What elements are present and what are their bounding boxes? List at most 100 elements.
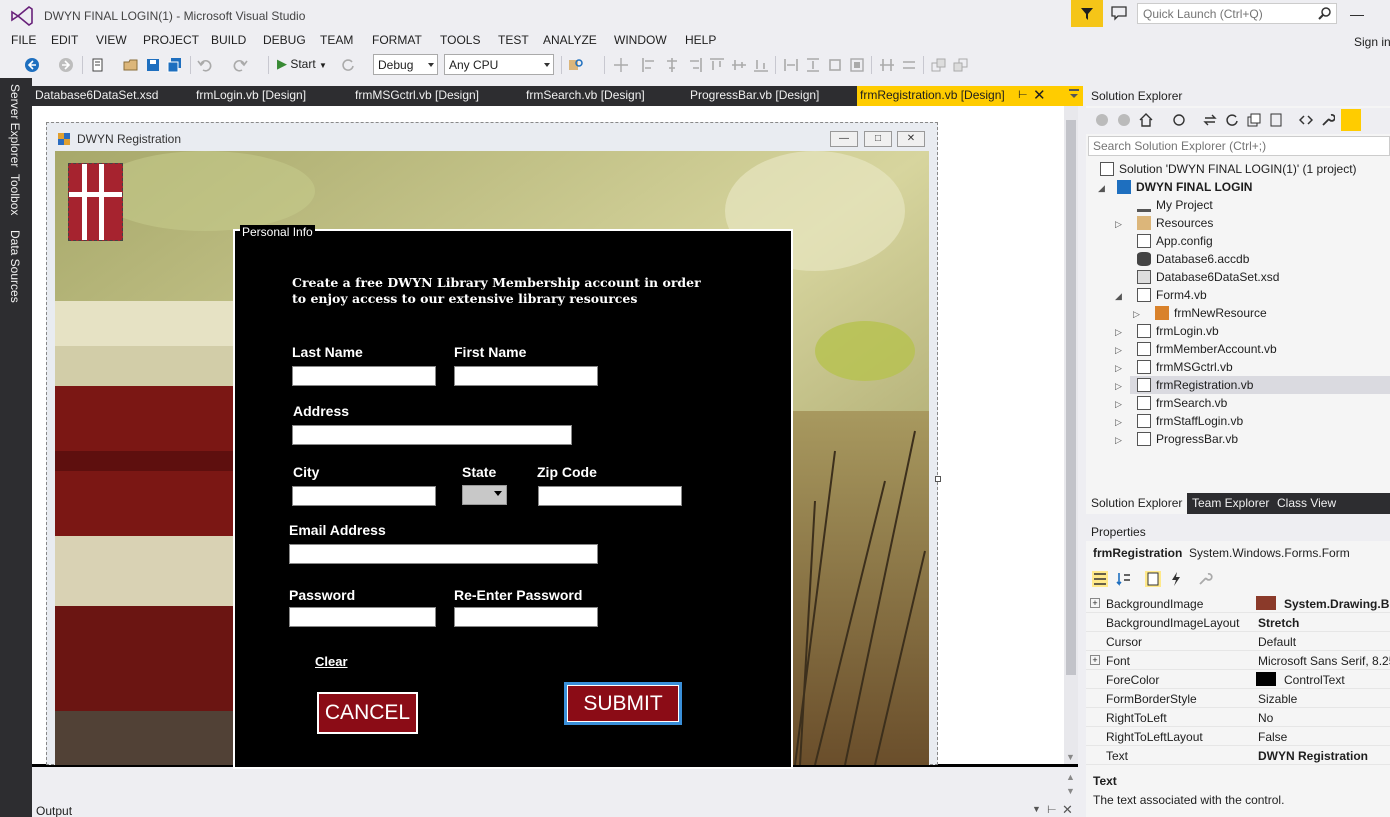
property-row-font[interactable]: + Font Microsoft Sans Serif, 8.25: [1086, 651, 1390, 670]
save-all-icon[interactable]: [167, 57, 183, 73]
tree-item-frmmemberaccount[interactable]: frmMemberAccount.vb: [1137, 340, 1390, 358]
tab-frmmsgctrl-design[interactable]: frmMSGctrl.vb [Design]: [352, 86, 482, 106]
expand-arrow-icon[interactable]: ▷: [1115, 399, 1122, 410]
expand-property-icon[interactable]: +: [1090, 655, 1100, 665]
dwyn-logo-picturebox[interactable]: [68, 163, 123, 241]
tree-item-solution[interactable]: Solution 'DWYN FINAL LOGIN(1)' (1 projec…: [1100, 160, 1390, 178]
menu-build[interactable]: BUILD: [211, 33, 246, 47]
tree-item-frmnewresource[interactable]: frmNewResource: [1155, 304, 1390, 322]
expand-arrow-icon[interactable]: ▷: [1115, 363, 1122, 374]
password-input[interactable]: [289, 607, 436, 627]
make-same-height-icon[interactable]: [805, 57, 821, 73]
start-debugging-button[interactable]: ▶ Start ▼: [277, 56, 327, 72]
pin-icon[interactable]: ⊢: [1018, 88, 1028, 101]
make-same-size-icon[interactable]: [849, 57, 865, 73]
search-icon[interactable]: [1318, 6, 1332, 20]
form-minimize-button[interactable]: —: [830, 131, 858, 147]
tree-item-frmsearch[interactable]: frmSearch.vb: [1137, 394, 1390, 412]
scrollbar-thumb[interactable]: [1066, 120, 1076, 675]
menu-project[interactable]: PROJECT: [143, 33, 199, 47]
tree-item-form4[interactable]: Form4.vb: [1137, 286, 1390, 304]
send-to-back-icon[interactable]: [953, 57, 969, 73]
auto-hide-pin-button[interactable]: [1341, 109, 1361, 131]
save-icon[interactable]: [145, 57, 161, 73]
server-explorer-tab[interactable]: Server Explorer: [8, 84, 22, 167]
menu-tools[interactable]: TOOLS: [440, 33, 480, 47]
property-row-backgroundimagelayout[interactable]: BackgroundImageLayout Stretch: [1086, 613, 1390, 632]
undo-icon[interactable]: [197, 57, 213, 73]
show-all-files-icon[interactable]: [1269, 113, 1283, 127]
cancel-button[interactable]: CANCEL: [317, 692, 418, 734]
categorized-icon[interactable]: [1092, 571, 1108, 587]
expand-arrow-icon[interactable]: ▷: [1115, 327, 1122, 338]
property-row-forecolor[interactable]: ForeColor ControlText: [1086, 670, 1390, 689]
menu-edit[interactable]: EDIT: [51, 33, 78, 47]
tab-progressbar-design[interactable]: ProgressBar.vb [Design]: [687, 86, 822, 106]
property-row-text[interactable]: Text DWYN Registration: [1086, 746, 1390, 765]
property-row-backgroundimage[interactable]: + BackgroundImage System.Drawing.Bi: [1086, 594, 1390, 613]
tree-item-frmregistration[interactable]: frmRegistration.vb: [1130, 376, 1390, 394]
refresh-icon[interactable]: [340, 57, 356, 73]
close-icon[interactable]: ✕: [1062, 802, 1073, 817]
pending-changes-filter-icon[interactable]: [1172, 113, 1186, 127]
tree-item-database[interactable]: Database6.accdb: [1137, 250, 1390, 268]
tree-item-frmlogin[interactable]: frmLogin.vb: [1137, 322, 1390, 340]
menu-file[interactable]: FILE: [11, 33, 36, 47]
view-code-icon[interactable]: [1299, 113, 1313, 127]
tab-frmregistration-design[interactable]: frmRegistration.vb [Design]: [857, 86, 1083, 106]
navigate-back-icon[interactable]: [24, 57, 40, 73]
pin-icon[interactable]: ⊢: [1047, 803, 1057, 816]
expand-arrow-icon[interactable]: ▷: [1133, 309, 1140, 320]
properties-view-icon[interactable]: [1145, 571, 1161, 587]
expand-arrow-icon[interactable]: ▷: [1115, 381, 1122, 392]
minimize-button[interactable]: —: [1350, 6, 1364, 22]
horizontal-spacing-icon[interactable]: [879, 57, 895, 73]
tab-database6dataset[interactable]: Database6DataSet.xsd: [32, 86, 161, 106]
align-centers-icon[interactable]: [664, 57, 680, 73]
align-tops-icon[interactable]: [709, 57, 725, 73]
selected-object-select[interactable]: frmRegistration System.Windows.Forms.For…: [1093, 546, 1350, 560]
property-row-righttoleft[interactable]: RightToLeft No: [1086, 708, 1390, 727]
solution-platform-select[interactable]: Any CPU: [444, 54, 554, 75]
sign-in-link[interactable]: Sign in: [1354, 35, 1390, 49]
bring-to-front-icon[interactable]: [931, 57, 947, 73]
tab-solution-explorer[interactable]: Solution Explorer: [1086, 493, 1188, 514]
notifications-filter-button[interactable]: [1071, 0, 1103, 27]
tree-item-dataset[interactable]: Database6DataSet.xsd: [1137, 268, 1390, 286]
solution-configuration-select[interactable]: Debug: [373, 54, 438, 75]
align-to-grid-icon[interactable]: [613, 57, 629, 73]
back-icon[interactable]: [1095, 113, 1109, 127]
tree-item-frmstafflogin[interactable]: frmStaffLogin.vb: [1137, 412, 1390, 430]
submit-button[interactable]: SUBMIT: [564, 682, 682, 725]
refresh-icon[interactable]: [1225, 113, 1239, 127]
tree-item-project[interactable]: DWYN FINAL LOGIN: [1117, 178, 1390, 196]
email-input[interactable]: [289, 544, 598, 564]
tab-overflow-dropdown-icon[interactable]: [1068, 88, 1080, 100]
properties-wrench-icon[interactable]: [1321, 113, 1335, 127]
quick-launch-input[interactable]: [1137, 3, 1337, 24]
form-close-button[interactable]: ✕: [897, 131, 925, 147]
menu-help[interactable]: HELP: [685, 33, 716, 47]
new-project-icon[interactable]: [90, 57, 106, 73]
forward-icon[interactable]: [1117, 113, 1131, 127]
tree-item-frmmsgctrl[interactable]: frmMSGctrl.vb: [1137, 358, 1390, 376]
city-input[interactable]: [292, 486, 436, 506]
align-bottoms-icon[interactable]: [753, 57, 769, 73]
property-row-formborderstyle[interactable]: FormBorderStyle Sizable: [1086, 689, 1390, 708]
scroll-down-arrow-icon[interactable]: ▼: [1066, 752, 1075, 762]
menu-analyze[interactable]: ANALYZE: [543, 33, 597, 47]
collapse-arrow-icon[interactable]: ◢: [1115, 291, 1122, 302]
expand-arrow-icon[interactable]: ▷: [1115, 345, 1122, 356]
tab-team-explorer[interactable]: Team Explorer: [1187, 493, 1274, 514]
address-input[interactable]: [292, 425, 572, 445]
menu-view[interactable]: VIEW: [96, 33, 127, 47]
scroll-up-arrow-icon[interactable]: ▲: [1066, 772, 1075, 782]
tree-item-resources[interactable]: Resources: [1137, 214, 1390, 232]
feedback-icon[interactable]: [1110, 5, 1128, 21]
sync-icon[interactable]: [1203, 113, 1217, 127]
form-maximize-button[interactable]: □: [864, 131, 892, 147]
open-file-icon[interactable]: [123, 57, 139, 73]
expand-property-icon[interactable]: +: [1090, 598, 1100, 608]
first-name-input[interactable]: [454, 366, 598, 386]
collapse-arrow-icon[interactable]: ◢: [1098, 183, 1105, 194]
